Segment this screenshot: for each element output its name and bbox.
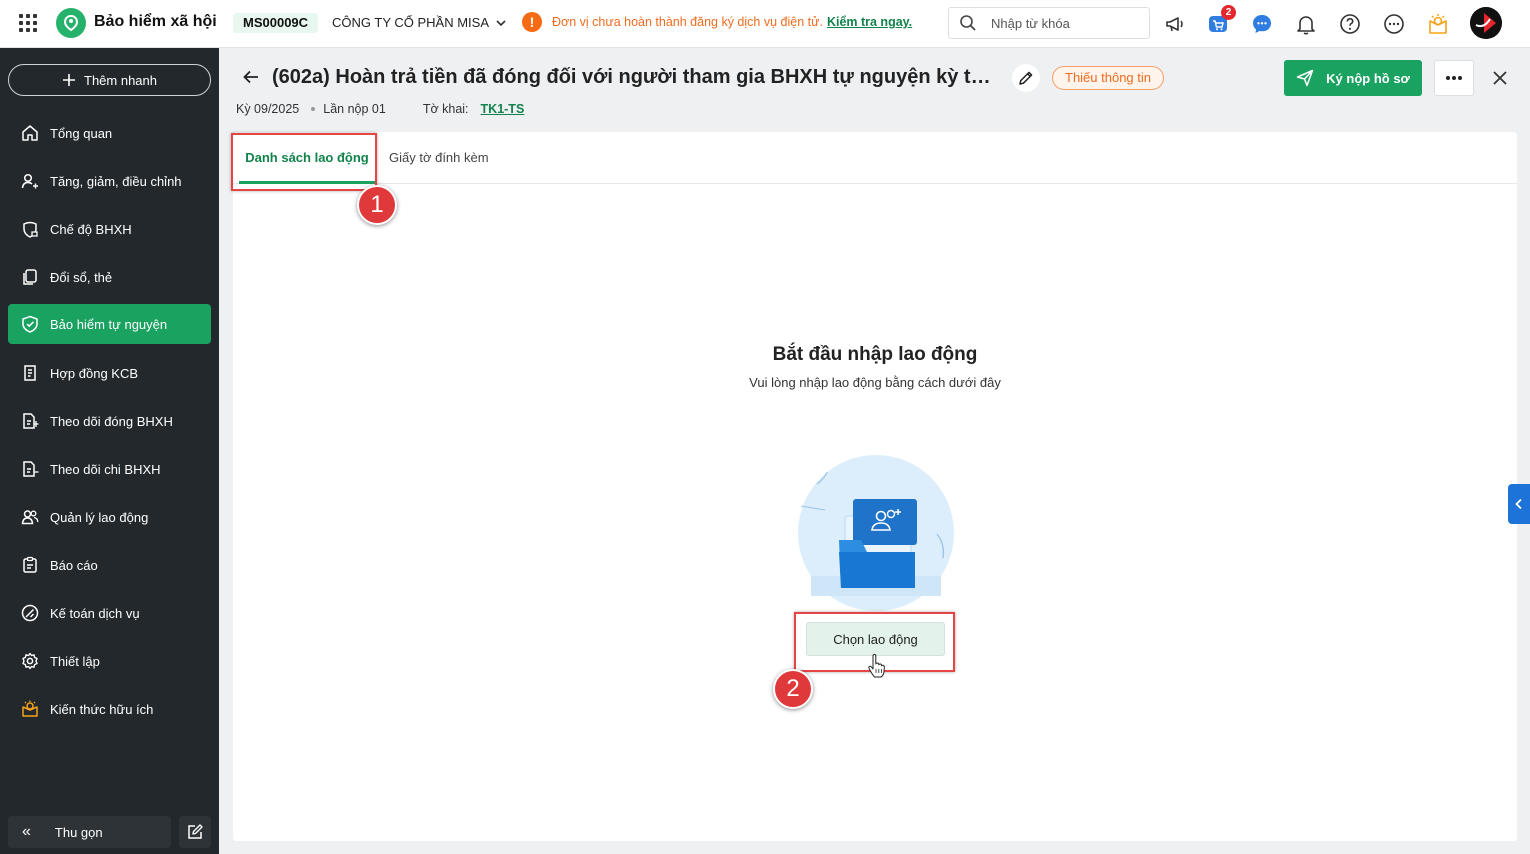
app-name: Bảo hiểm xã hội [94,13,217,30]
highlight-box-tab [231,133,377,191]
sidebar-item-kcb-contract[interactable]: Hợp đồng KCB [8,353,211,393]
side-panel-toggle[interactable] [1508,484,1530,524]
arrow-left-icon [243,70,258,84]
more-horizontal-icon [1446,76,1462,80]
chat-icon[interactable] [1250,12,1274,36]
search-icon [960,15,976,31]
close-button[interactable] [1488,66,1512,90]
cart-badge: 2 [1221,5,1236,20]
cart-icon[interactable]: 2 [1206,5,1236,36]
back-button[interactable] [240,66,262,88]
lightbulb-icon [20,699,40,719]
sidebar-item-settings[interactable]: Thiết lập [8,641,211,681]
warning-message: Đơn vị chưa hoàn thành đăng ký dịch vụ đ… [552,15,913,29]
contract-icon [20,363,40,383]
users-icon [20,507,40,527]
sidebar-item-accounting-service[interactable]: Kế toán dịch vụ [8,593,211,633]
lightbulb-icon[interactable] [1426,12,1450,36]
card-swap-icon [20,267,40,287]
send-icon [1296,69,1314,87]
empty-state-subtitle: Vui lòng nhập lao động bằng cách dưới đâ… [749,375,1001,390]
collapse-sidebar-button[interactable]: « Thu gọn [8,816,171,848]
company-selector[interactable]: CÔNG TY CỔ PHẦN MISA [332,15,507,30]
sidebar-item-labor-management[interactable]: Quản lý lao động [8,497,211,537]
period-label: Kỳ 09/2025 [236,102,300,116]
user-adjust-icon [20,171,40,191]
search-input[interactable] [991,15,1131,31]
form-label: Tờ khai: [422,102,469,116]
sidebar-item-track-spending[interactable]: Theo dõi chi BHXH [8,449,211,489]
form-code-link[interactable]: TK1-TS [481,102,525,116]
megaphone-icon[interactable] [1163,12,1187,36]
gear-icon [20,651,40,671]
avatar[interactable] [1470,7,1502,39]
sidebar: Thêm nhanh Tổng quan Tăng, giảm, điều ch… [0,48,219,854]
sign-submit-button[interactable]: Ký nộp hồ sơ [1284,60,1422,96]
search-box[interactable] [948,7,1150,39]
sidebar-item-benefits[interactable]: Chế độ BHXH [8,209,211,249]
close-icon [1493,71,1507,85]
status-badge: Thiếu thông tin [1052,66,1165,90]
track-pay-icon [20,411,40,431]
more-circle-icon[interactable] [1382,12,1406,36]
edit-icon [188,824,203,839]
sidebar-item-adjustments[interactable]: Tăng, giảm, điều chỉnh [8,161,211,201]
more-options-button[interactable] [1434,60,1474,96]
report-icon [20,555,40,575]
benefit-icon [20,219,40,239]
tab-bar: Danh sách lao động Giấy tờ đính kèm [233,132,1517,184]
edit-title-button[interactable] [1012,64,1040,92]
edit-menu-button[interactable] [179,816,211,848]
quick-add-button[interactable]: Thêm nhanh [8,64,211,96]
track-spend-icon [20,459,40,479]
pencil-icon [1019,71,1033,85]
tax-code-badge: MS00009C [233,13,319,33]
page-title: (602a) Hoàn trả tiền đã đóng đối với ngư… [272,66,994,88]
help-icon[interactable] [1338,12,1362,36]
plus-icon [63,74,75,86]
step-marker-1: 1 [357,185,397,225]
warning-icon: ! [522,12,542,32]
top-bar: Bảo hiểm xã hội MS00009C CÔNG TY CỔ PHẦN… [0,0,1530,48]
sidebar-item-reports[interactable]: Báo cáo [8,545,211,585]
check-now-link[interactable]: Kiểm tra ngay. [827,15,912,29]
folder-users-illustration [798,455,954,611]
bell-icon[interactable] [1294,12,1318,36]
app-grid-icon[interactable] [19,14,37,32]
chevron-left-icon [1515,498,1522,510]
sidebar-item-knowledge[interactable]: Kiến thức hữu ích [8,689,211,729]
content-card: Danh sách lao động Giấy tờ đính kèm Bắt … [233,132,1517,841]
separator-dot [311,107,316,111]
sidebar-item-card-swap[interactable]: Đổi sổ, thẻ [8,257,211,297]
home-icon [20,123,40,143]
chevron-down-icon [496,19,506,26]
hand-cursor-icon [868,654,885,678]
step-marker-2: 2 [773,669,813,709]
sidebar-item-voluntary-insurance[interactable]: Bảo hiểm tự nguyện [8,304,211,344]
sidebar-item-track-payments[interactable]: Theo dõi đóng BHXH [8,401,211,441]
accounting-icon [20,603,40,623]
double-chevron-left-icon: « [22,823,31,840]
app-logo-icon [56,8,86,38]
tab-attachments[interactable]: Giấy tờ đính kèm [389,132,489,184]
shield-icon [20,314,40,334]
empty-state-title: Bắt đầu nhập lao động [772,344,978,365]
declaration-meta: Kỳ 09/2025 Lần nộp 01 Tờ khai: TK1-TS [236,102,524,116]
company-name: CÔNG TY CỔ PHẦN MISA [332,15,489,30]
sidebar-item-overview[interactable]: Tổng quan [8,113,211,153]
submission-label: Lần nộp 01 [323,102,386,116]
